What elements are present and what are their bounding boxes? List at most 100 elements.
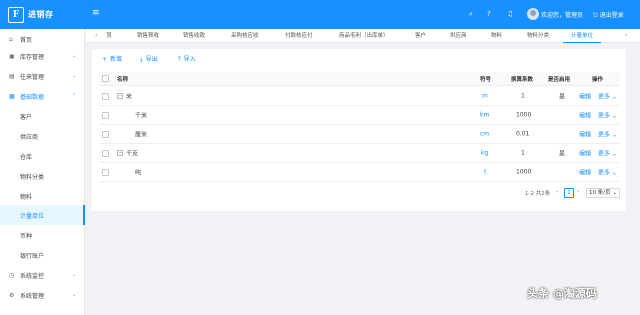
edit-button[interactable]: 编辑 bbox=[579, 111, 591, 120]
export-icon: ⤓ bbox=[140, 56, 143, 63]
edit-button[interactable]: 编辑 bbox=[579, 92, 591, 101]
row-checkbox[interactable] bbox=[102, 111, 109, 119]
export-button[interactable]: ⤓ 导出 bbox=[140, 54, 158, 64]
row-checkbox[interactable] bbox=[102, 130, 109, 138]
unit-ratio: 1000 bbox=[516, 168, 532, 176]
more-button[interactable]: 更多 ⌄ bbox=[598, 149, 617, 158]
content-panel: + 新增 ⤓ 导出 ⤒ 导入 名称 符号 换算系数 是否启用 操作 − 米 m 1 是… bbox=[92, 49, 626, 211]
collapse-icon[interactable]: − bbox=[117, 150, 123, 156]
top-bar: F 进销存 ≡ ⌕ ? ♫ 欢迎您，管理员 ⎋ 退出登录 bbox=[0, 0, 640, 29]
sidebar-item-label: 首页 bbox=[20, 36, 33, 44]
sidebar-item-monitor[interactable]: ◷ 系统监控 ⌄ bbox=[0, 265, 85, 285]
pagination: 1-2 共2条 ‹ 1 › 10 条/页 ⌄ bbox=[92, 188, 626, 199]
tab-prev-icon[interactable]: ‹ bbox=[95, 29, 97, 43]
sidebar-item-bank-account[interactable]: 银行账户 bbox=[0, 245, 85, 265]
tab-material[interactable]: 物料 bbox=[491, 29, 502, 43]
unit-ratio: 1 bbox=[521, 149, 525, 157]
row-checkbox[interactable] bbox=[102, 168, 109, 176]
sidebar-item-unit[interactable]: 计量单位 bbox=[0, 205, 85, 225]
sidebar-item-label: 币种 bbox=[20, 232, 33, 240]
add-label: 新增 bbox=[110, 56, 123, 63]
sidebar-item-material-category[interactable]: 物料分类 bbox=[0, 166, 85, 186]
sidebar-item-label: 物料分类 bbox=[20, 173, 45, 181]
app-logo[interactable]: F 进销存 bbox=[0, 0, 85, 29]
page-1-button[interactable]: 1 bbox=[564, 188, 574, 198]
unit-ratio: 1 bbox=[521, 92, 525, 100]
unit-symbol[interactable]: m bbox=[482, 93, 488, 100]
sidebar-item-supplier[interactable]: 供应商 bbox=[0, 126, 85, 146]
sidebar-item-label: 物料 bbox=[20, 193, 33, 201]
page-size-select[interactable]: 10 条/页 ⌄ bbox=[586, 188, 620, 198]
unit-symbol[interactable]: kg bbox=[481, 150, 488, 157]
select-all-checkbox[interactable] bbox=[102, 75, 109, 82]
sidebar-item-warehouse[interactable]: 仓库 bbox=[0, 146, 85, 166]
search-icon[interactable]: ⌕ bbox=[469, 9, 473, 19]
tab-gross-profit[interactable]: 商品毛利（出库单） bbox=[339, 29, 389, 43]
unit-symbol[interactable]: km bbox=[480, 112, 489, 119]
logout-icon: ⎋ bbox=[593, 12, 598, 19]
more-button[interactable]: 更多 ⌄ bbox=[598, 168, 617, 177]
unit-name: 千克 bbox=[126, 150, 139, 158]
unit-symbol[interactable]: t bbox=[484, 169, 486, 176]
menu-toggle-icon[interactable]: ≡ bbox=[92, 8, 102, 18]
more-button[interactable]: 更多 ⌄ bbox=[598, 111, 617, 120]
row-checkbox[interactable] bbox=[102, 149, 109, 157]
accounts-icon: ▤ bbox=[9, 72, 15, 80]
header-symbol: 符号 bbox=[480, 76, 492, 83]
edit-button[interactable]: 编辑 bbox=[579, 130, 591, 139]
edit-button[interactable]: 编辑 bbox=[579, 149, 591, 158]
tab-supplier[interactable]: 供应商 bbox=[450, 29, 467, 43]
row-checkbox[interactable] bbox=[102, 92, 109, 100]
next-page-icon[interactable]: › bbox=[577, 189, 579, 195]
chevron-down-icon: ⌄ bbox=[72, 292, 77, 298]
bell-icon[interactable]: ♫ bbox=[507, 9, 513, 19]
unit-ratio: 0.01 bbox=[516, 130, 530, 138]
avatar[interactable] bbox=[527, 8, 539, 20]
edit-button[interactable]: 编辑 bbox=[579, 168, 591, 177]
unit-name: 千米 bbox=[135, 112, 148, 120]
unit-name: 米 bbox=[126, 93, 133, 101]
collapse-icon[interactable]: − bbox=[117, 93, 123, 99]
sidebar-item-material[interactable]: 物料 bbox=[0, 186, 85, 206]
sidebar-item-system[interactable]: ⚙ 系统管理 ⌄ bbox=[0, 285, 85, 305]
sidebar-item-basic-data[interactable]: ▦ 基础数据 ⌃ bbox=[0, 86, 85, 106]
unit-symbol[interactable]: cm bbox=[480, 131, 489, 138]
sidebar-item-label: 基础数据 bbox=[20, 93, 45, 101]
tab-unit[interactable]: 计量单位 bbox=[563, 29, 601, 43]
export-label: 导出 bbox=[145, 56, 158, 63]
sidebar-item-inventory[interactable]: ▣ 库存管理 ⌄ bbox=[0, 46, 85, 66]
more-button[interactable]: 更多 ⌄ bbox=[598, 92, 617, 101]
help-icon[interactable]: ? bbox=[487, 9, 491, 19]
prev-page-icon[interactable]: ‹ bbox=[556, 189, 558, 195]
tab-purchase-receivable[interactable]: 采购核应收 bbox=[231, 29, 259, 43]
header-ops: 操作 bbox=[592, 76, 604, 83]
logout-button[interactable]: ⎋ 退出登录 bbox=[593, 10, 624, 20]
watermark: 头条 @淘源码 bbox=[527, 287, 597, 300]
sidebar-item-customer[interactable]: 客户 bbox=[0, 106, 85, 126]
app-title: 进销存 bbox=[28, 10, 54, 19]
tab-sales-receipt[interactable]: 销售收款 bbox=[183, 29, 205, 43]
tab-sales-prepay[interactable]: 销售预收 bbox=[137, 29, 159, 43]
sidebar-item-currency[interactable]: 币种 bbox=[0, 225, 85, 245]
tab-material-category[interactable]: 物料分类 bbox=[527, 29, 549, 43]
import-icon: ⤒ bbox=[178, 56, 181, 63]
more-button[interactable]: 更多 ⌄ bbox=[598, 130, 617, 139]
sidebar-item-label: 库存管理 bbox=[20, 53, 45, 61]
tab-top[interactable]: 顶 bbox=[106, 29, 112, 43]
table-row: − 千克 kg 1 是 编辑 更多 ⌄ bbox=[99, 144, 620, 163]
basic-data-icon: ▦ bbox=[9, 92, 15, 100]
import-label: 导入 bbox=[183, 56, 196, 63]
logo-mark: F bbox=[8, 6, 24, 23]
add-button[interactable]: + 新增 bbox=[102, 54, 122, 63]
welcome-text[interactable]: 欢迎您，管理员 bbox=[541, 10, 583, 19]
tab-next-icon[interactable]: › bbox=[625, 29, 627, 43]
header-ratio: 换算系数 bbox=[511, 76, 534, 83]
sidebar-item-label: 仓库 bbox=[20, 153, 33, 161]
unit-name: 吨 bbox=[135, 169, 142, 177]
import-button[interactable]: ⤒ 导入 bbox=[178, 54, 196, 64]
plus-icon: + bbox=[102, 56, 108, 63]
tab-payment-payable[interactable]: 付款核应付 bbox=[285, 29, 313, 43]
sidebar-item-accounts[interactable]: ▤ 往来管理 ⌄ bbox=[0, 66, 85, 86]
tab-customer[interactable]: 客户 bbox=[415, 29, 426, 43]
unit-enabled: 是 bbox=[559, 93, 566, 101]
